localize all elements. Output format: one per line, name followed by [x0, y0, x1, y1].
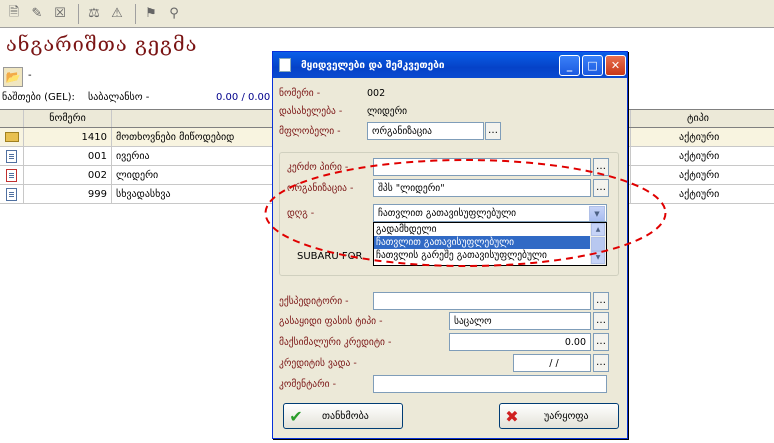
number-label: ნომერი - [279, 88, 321, 99]
cross-icon: ✖ [505, 406, 519, 426]
edit-document-icon[interactable]: ✎ [27, 4, 47, 24]
owner-label: მფლობელი - [279, 126, 341, 137]
row-type: აქტიური [630, 185, 774, 203]
cancel-button-label: უარყოფა [544, 410, 589, 422]
folder-icon [4, 132, 19, 142]
row-type: აქტიური [630, 147, 774, 165]
private-person-browse-button[interactable]: … [593, 158, 609, 176]
row-number: 001 [24, 147, 112, 165]
organization-field[interactable]: შპს "ლიდერი" [373, 179, 591, 197]
row-number: 999 [24, 185, 112, 203]
header-type[interactable]: ტიპი [630, 110, 774, 127]
maximize-icon[interactable]: □ [582, 55, 603, 76]
checkmark-icon: ✔ [289, 406, 303, 426]
owner-field[interactable]: ორგანიზაცია [367, 122, 484, 140]
scroll-thumb[interactable] [591, 237, 605, 251]
private-person-field[interactable] [373, 158, 591, 176]
toolbar-separator [135, 3, 136, 24]
behind-dropdown-text: SUBARU FOR [297, 251, 363, 262]
row-name: მოთხოვნები მიწოდებიდ [116, 131, 235, 143]
minimize-icon[interactable]: _ [559, 55, 580, 76]
balance-label: ნაშთები (GEL): [2, 92, 75, 103]
dialog-title-bar[interactable]: მყიდველები და შემკვეთები _ □ ✕ [273, 52, 627, 78]
scroll-up-icon[interactable]: ▲ [591, 223, 605, 236]
close-icon[interactable]: ✕ [605, 55, 626, 76]
find-icon[interactable]: ⚲ [164, 4, 184, 24]
row-name: ივერია [116, 150, 150, 162]
app-icon [279, 58, 291, 72]
chevron-down-icon[interactable]: ▼ [589, 206, 605, 221]
max-credit-browse-button[interactable]: … [593, 333, 609, 351]
toolbar: 🗎 ✎ ☒ ⚖ ⚠ ⚑ ⚲ [0, 0, 774, 28]
comment-label: კომენტარი - [279, 379, 337, 390]
max-credit-field[interactable]: 0.00 [449, 333, 591, 351]
expeditor-browse-button[interactable]: … [593, 292, 609, 310]
toolbar-separator [78, 3, 79, 24]
vat-option[interactable]: გადამხდელი [374, 223, 590, 236]
row-number: 1410 [24, 128, 112, 146]
owner-browse-button[interactable]: … [485, 122, 501, 140]
organization-label: ორგანიზაცია - [287, 183, 354, 194]
card-label: კერძო პირი - [287, 162, 349, 173]
vat-option-selected[interactable]: ჩათვლით გათავისუფლებული [374, 236, 590, 249]
price-type-browse-button[interactable]: … [593, 312, 609, 330]
dropdown-scrollbar[interactable]: ▲ ▼ [590, 223, 606, 265]
ok-button[interactable]: ✔ თანხმობა [283, 403, 403, 429]
filter-icon[interactable]: ⚖ [84, 4, 104, 24]
vat-select-value: ჩათვლით გათავისუფლებული [378, 207, 517, 219]
vat-option[interactable]: ჩათვლის გარეშე გათავისუფლებული [374, 249, 590, 262]
expeditor-field[interactable] [373, 292, 591, 310]
delete-document-icon[interactable]: ☒ [50, 4, 70, 24]
scroll-down-icon[interactable]: ▼ [591, 251, 605, 264]
page-title: ანგარიშთა გეგმა [6, 32, 198, 56]
bookmark-icon[interactable]: ⚑ [141, 4, 161, 24]
vat-label: დღგ - [287, 208, 315, 219]
credit-term-label: კრედიტის ვადა - [279, 358, 357, 369]
cancel-button[interactable]: ✖ უარყოფა [499, 403, 619, 429]
name-value: ლიდერი [367, 106, 408, 117]
ok-button-label: თანხმობა [322, 410, 369, 422]
price-type-label: გასაყიდი ფასის ტიპი - [279, 316, 383, 327]
header-icon-column [0, 110, 24, 127]
balance-value: 0.00 / 0.00 [216, 92, 271, 103]
clear-filter-icon[interactable]: ⚠ [107, 4, 127, 24]
folder-path-text: - [28, 70, 32, 81]
document-icon [6, 149, 17, 163]
document-red-icon [6, 168, 17, 182]
row-number: 002 [24, 166, 112, 184]
balance-subtitle: საბალანსო - [88, 92, 150, 103]
row-name: სხვადასხვა [116, 188, 171, 200]
expeditor-label: ექსპედიტორი - [279, 296, 349, 307]
credit-term-field[interactable]: / / [513, 354, 591, 372]
name-label: დასახელება - [279, 106, 343, 117]
folder-open-icon[interactable]: 📂 [3, 67, 23, 87]
row-name: ლიდერი [116, 169, 159, 181]
comment-field[interactable] [373, 375, 607, 393]
customer-dialog: მყიდველები და შემკვეთები _ □ ✕ ნომერი - … [272, 51, 628, 439]
new-document-icon[interactable]: 🗎 [4, 4, 24, 24]
credit-term-browse-button[interactable]: … [593, 354, 609, 372]
header-number[interactable]: ნომერი [24, 110, 112, 127]
max-credit-label: მაქსიმალური კრედიტი - [279, 337, 392, 348]
dialog-title: მყიდველები და შემკვეთები [301, 59, 445, 71]
document-icon [6, 187, 17, 201]
number-value: 002 [367, 88, 386, 99]
price-type-field[interactable]: საცალო [449, 312, 591, 330]
row-type: აქტიური [630, 128, 774, 146]
organization-browse-button[interactable]: … [593, 179, 609, 197]
vat-dropdown-list: გადამხდელი ჩათვლით გათავისუფლებული ჩათვლ… [373, 222, 607, 266]
row-type: აქტიური [630, 166, 774, 184]
vat-select[interactable]: ჩათვლით გათავისუფლებული ▼ [373, 204, 607, 222]
